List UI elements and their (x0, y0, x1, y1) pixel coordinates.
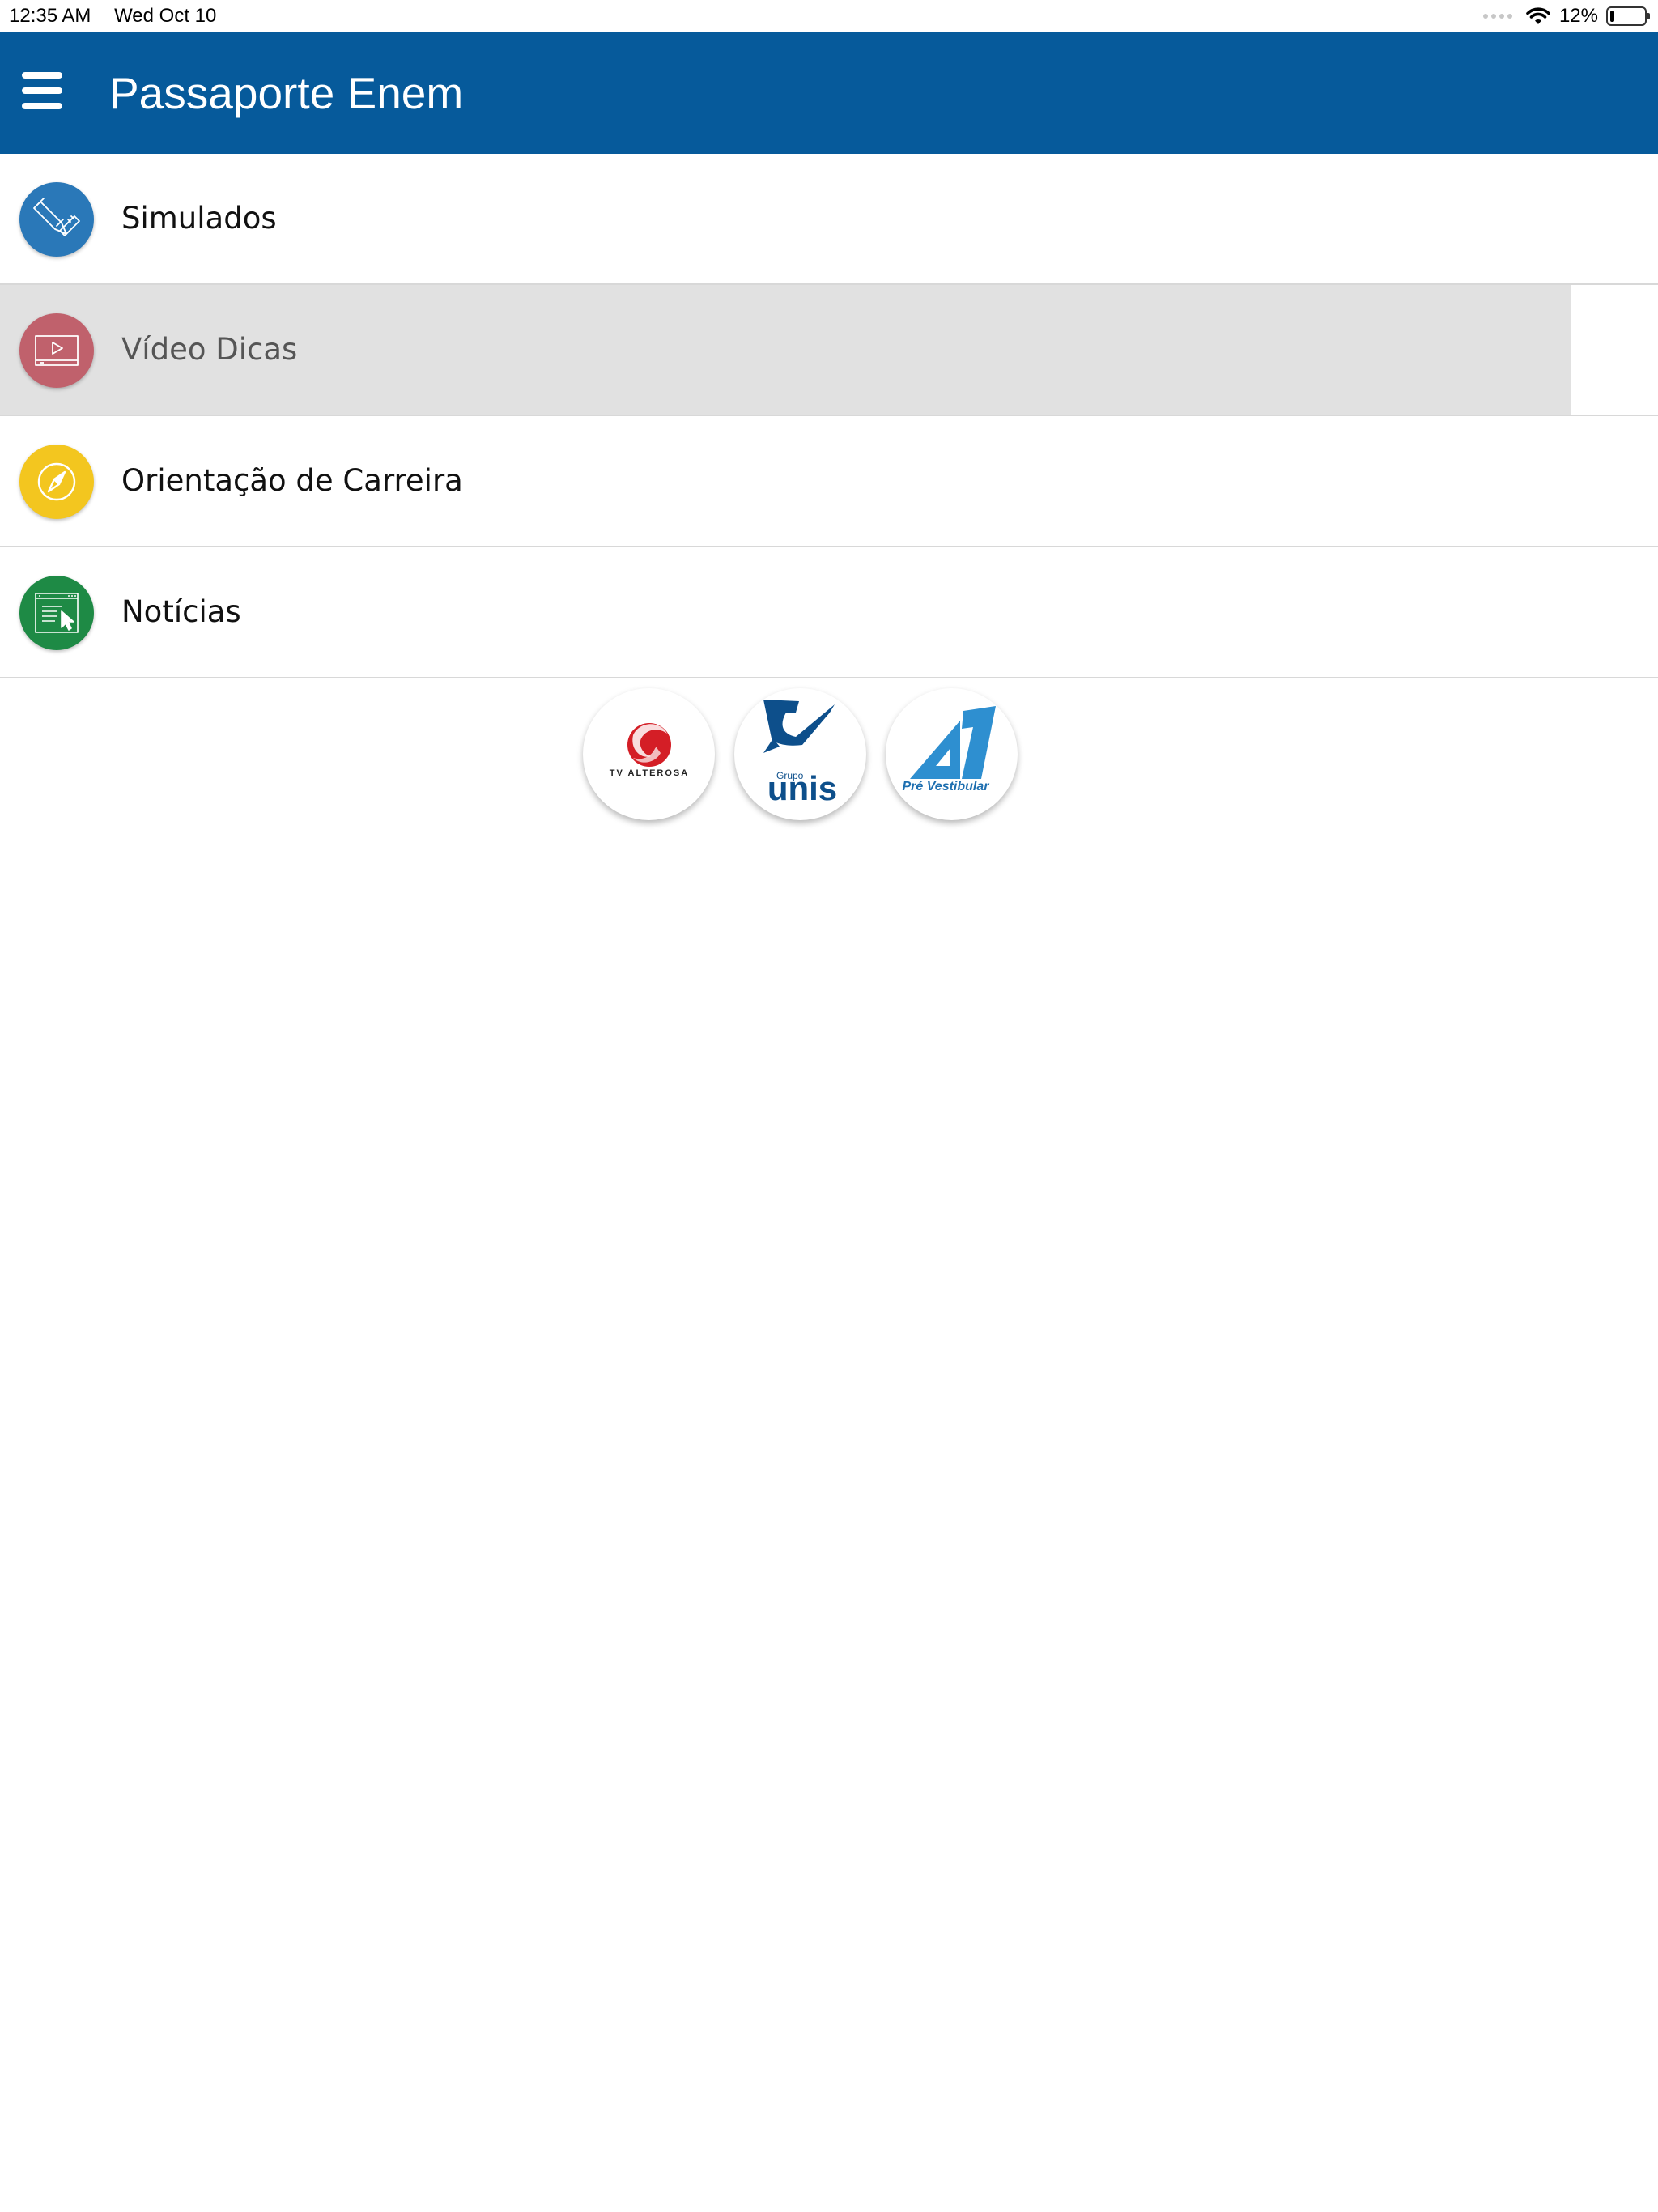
news-browser-icon (19, 576, 94, 650)
pencil-ruler-icon (19, 182, 94, 257)
unis-big-text: unis (767, 769, 837, 807)
menu-item-label: Orientação de Carreira (121, 463, 463, 498)
a1-pre-vestibular-logo[interactable]: Pré Vestibular (886, 688, 1018, 820)
menu-item-simulados[interactable]: Simulados (0, 154, 1658, 285)
menu-item-label: Notícias (121, 594, 241, 629)
main-menu: Simulados Vídeo Dicas Orientação de Carr… (0, 154, 1658, 678)
tv-alterosa-text: TV ALTEROSA (610, 768, 689, 778)
status-date: Wed Oct 10 (114, 5, 217, 27)
menu-item-label: Vídeo Dicas (121, 332, 298, 367)
menu-item-label: Simulados (121, 201, 277, 236)
status-indicators: 12% (1482, 3, 1650, 29)
menu-item-noticias[interactable]: Notícias (0, 547, 1658, 678)
wifi-icon (1526, 7, 1550, 24)
menu-item-orientacao-carreira[interactable]: Orientação de Carreira (0, 416, 1658, 547)
status-time: 12:35 AM (9, 5, 91, 27)
cellular-dots-icon (1482, 14, 1512, 19)
app-header: Passaporte Enem (0, 32, 1658, 154)
sponsor-logos: TV ALTEROSA Grupo unis Pré Vestibular (0, 688, 1658, 826)
menu-item-video-dicas[interactable]: Vídeo Dicas (0, 285, 1658, 416)
battery-icon (1606, 6, 1650, 26)
status-time-date: 12:35 AM Wed Oct 10 (9, 5, 216, 28)
grupo-unis-logo[interactable]: Grupo unis (734, 688, 866, 820)
status-bar: 12:35 AM Wed Oct 10 12% (0, 0, 1658, 32)
page-title: Passaporte Enem (109, 68, 464, 118)
battery-percent: 12% (1558, 5, 1598, 27)
tv-alterosa-logo[interactable]: TV ALTEROSA (583, 688, 715, 820)
hamburger-menu-icon[interactable] (18, 72, 68, 114)
compass-icon (19, 445, 94, 519)
a1-pre-vestibular-text: Pré Vestibular (902, 780, 989, 793)
video-player-icon (19, 313, 94, 388)
